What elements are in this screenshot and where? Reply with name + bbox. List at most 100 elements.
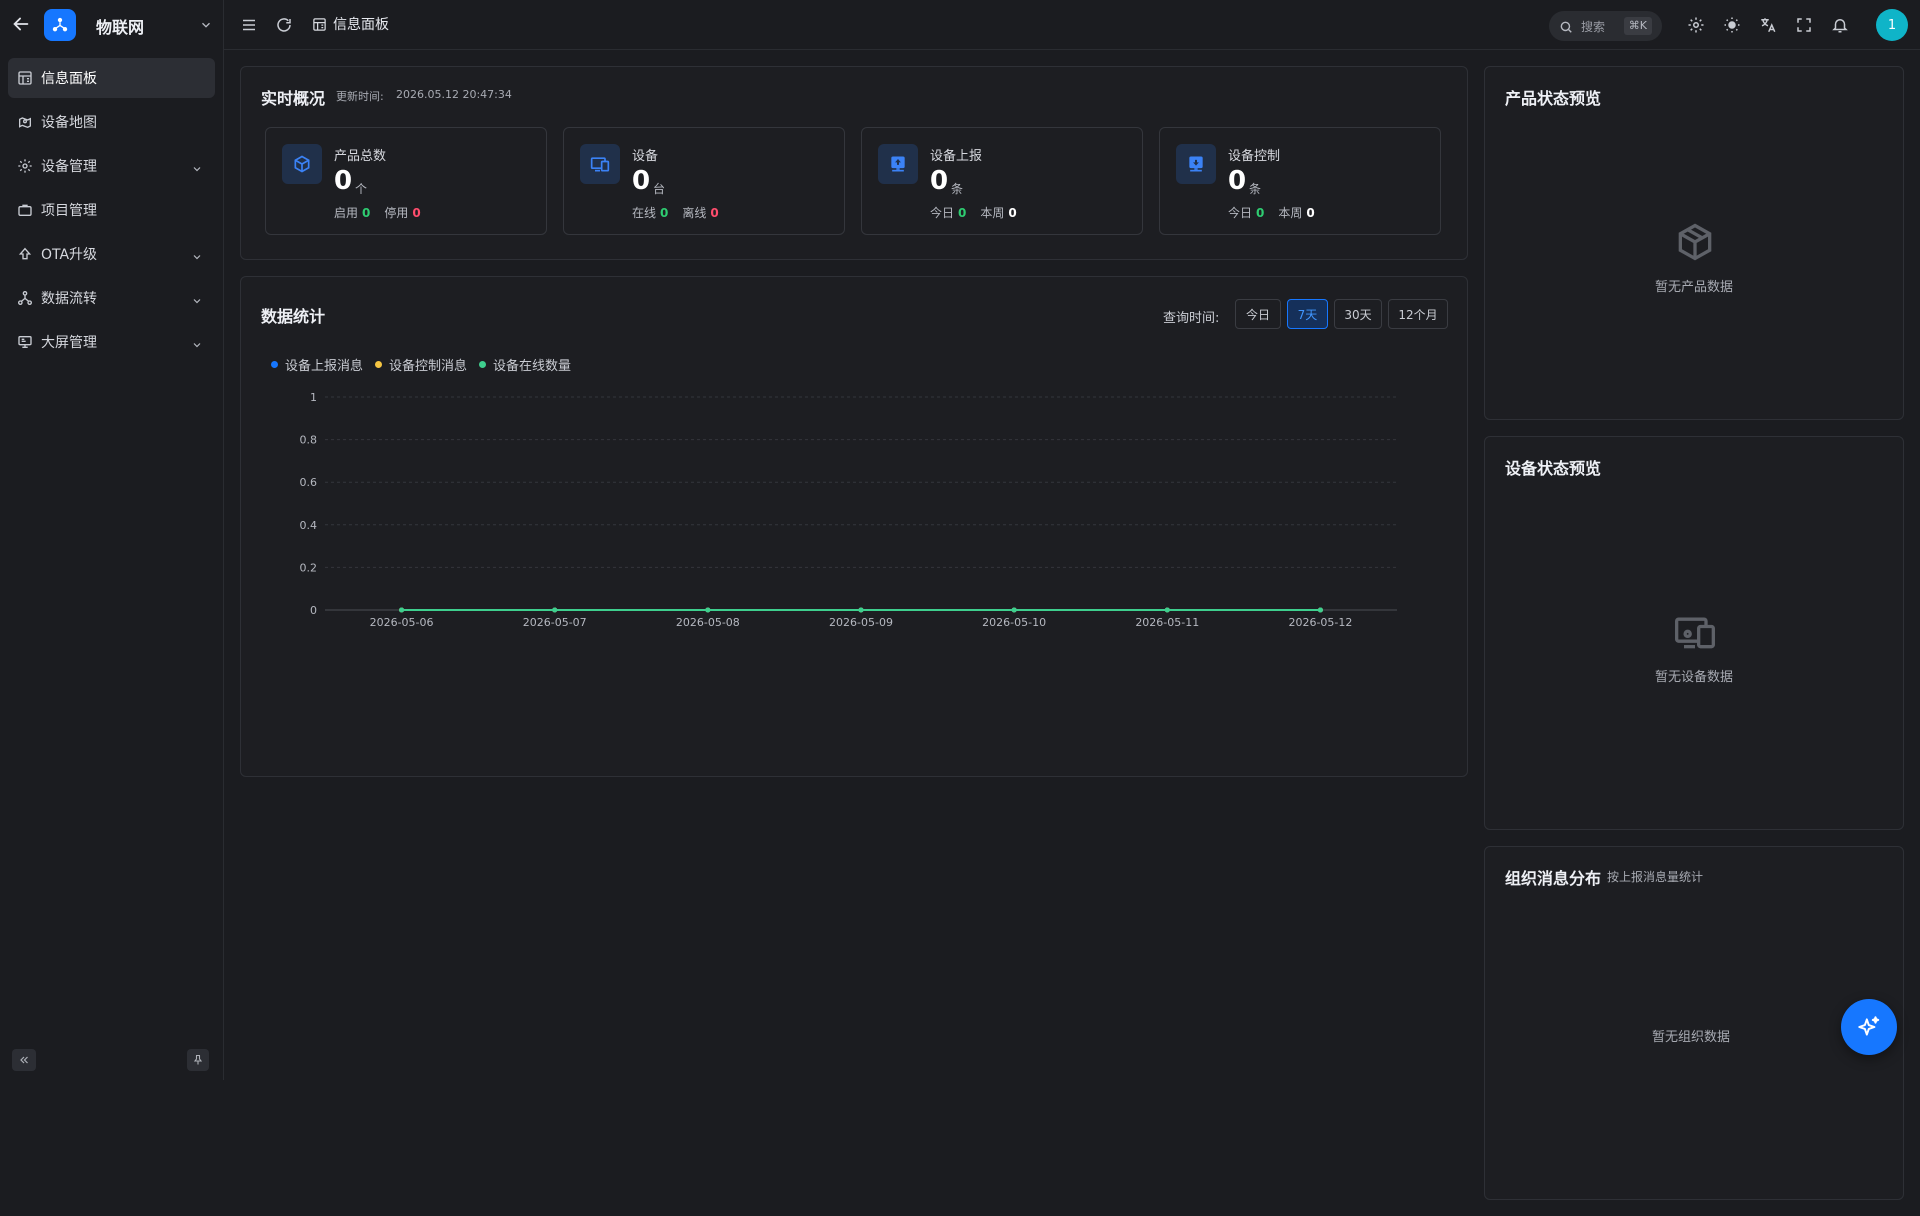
x-tick-label: 2026-05-09 bbox=[829, 616, 893, 629]
org-distribution-title: 组织消息分布 bbox=[1505, 869, 1602, 888]
sidebar-item-ota[interactable]: OTA升级 bbox=[8, 234, 215, 274]
fullscreen-icon[interactable] bbox=[1795, 16, 1813, 34]
control-icon bbox=[1176, 144, 1216, 184]
search-input[interactable]: 搜索 ⌘K bbox=[1549, 11, 1662, 41]
devices-icon bbox=[1673, 610, 1717, 654]
sidebar-item-label: 设备管理 bbox=[41, 159, 97, 175]
monitor-icon bbox=[17, 334, 33, 350]
upload-icon bbox=[17, 246, 33, 262]
sidebar-item-data-flow[interactable]: 数据流转 bbox=[8, 278, 215, 318]
stat-breakdown: 今日 0 本周 0 bbox=[930, 204, 1017, 221]
stat-sub-value: 0 bbox=[412, 206, 421, 220]
sidebar-item-label: 信息面板 bbox=[41, 71, 97, 87]
empty-device-text: 暂无设备数据 bbox=[1655, 670, 1734, 685]
y-tick-label: 0 bbox=[310, 604, 317, 617]
dashboard-icon bbox=[312, 17, 327, 32]
stat-sub-label: 启用 bbox=[334, 206, 359, 220]
stat-sub-label: 在线 bbox=[632, 206, 657, 220]
pin-sidebar-button[interactable] bbox=[187, 1049, 209, 1071]
avatar[interactable]: 1 bbox=[1876, 9, 1908, 41]
breadcrumb[interactable]: 信息面板 bbox=[312, 14, 389, 34]
x-tick-label: 2026-05-12 bbox=[1288, 616, 1352, 629]
cube-icon bbox=[282, 144, 322, 184]
refresh-icon[interactable] bbox=[275, 16, 293, 34]
stat-breakdown: 启用 0 停用 0 bbox=[334, 204, 421, 221]
sidebar-item-device-management[interactable]: 设备管理 bbox=[8, 146, 215, 186]
data-point bbox=[1011, 607, 1017, 613]
data-statistics-card: 数据统计 查询时间: 今日 7天 30天 12个月 设备上报消息 设备控制消息 … bbox=[240, 276, 1468, 777]
dashboard-icon bbox=[17, 70, 33, 86]
sparkle-icon bbox=[1858, 1016, 1880, 1036]
stat-sub-value: 0 bbox=[362, 206, 371, 220]
stat-value: 0 bbox=[632, 166, 651, 196]
box-icon bbox=[1673, 220, 1717, 264]
stat-sub-value: 0 bbox=[1306, 206, 1315, 220]
sidebar-item-dashboard[interactable]: 信息面板 bbox=[8, 58, 215, 98]
device-status-card: 设备状态预览 暂无设备数据 bbox=[1484, 436, 1904, 830]
sidebar-item-project-management[interactable]: 项目管理 bbox=[8, 190, 215, 230]
gear-icon bbox=[17, 158, 33, 174]
x-tick-label: 2026-05-10 bbox=[982, 616, 1046, 629]
device-status-title: 设备状态预览 bbox=[1505, 459, 1602, 478]
bell-icon[interactable] bbox=[1831, 16, 1849, 34]
stat-sub-label: 今日 bbox=[930, 206, 955, 220]
collapse-sidebar-button[interactable] bbox=[12, 1049, 36, 1071]
stat-unit: 个 bbox=[355, 182, 368, 196]
stat-name: 产品总数 bbox=[334, 149, 387, 164]
stat-sub-label: 本周 bbox=[1278, 206, 1303, 220]
sidebar-item-label: OTA升级 bbox=[41, 247, 98, 263]
stat-card-device-control[interactable]: 设备控制 0 条 今日 0 本周 0 bbox=[1159, 127, 1441, 235]
stat-name: 设备控制 bbox=[1228, 149, 1281, 164]
stat-sub-label: 停用 bbox=[384, 206, 409, 220]
sun-icon[interactable] bbox=[1723, 16, 1741, 34]
gear-icon[interactable] bbox=[1687, 16, 1705, 34]
translate-icon[interactable] bbox=[1759, 16, 1777, 34]
chevron-down-icon[interactable] bbox=[199, 17, 213, 31]
sidebar-menu: 信息面板 设备地图 设备管理 项目管理 OTA升级 数据流转 大屏管理 bbox=[8, 58, 215, 366]
y-tick-label: 0.8 bbox=[300, 434, 318, 447]
report-icon bbox=[878, 144, 918, 184]
y-tick-label: 0.2 bbox=[300, 561, 318, 574]
x-tick-label: 2026-05-07 bbox=[523, 616, 587, 629]
sidebar-item-label: 设备地图 bbox=[41, 115, 97, 131]
sidebar-header: 物联网 bbox=[0, 0, 224, 50]
ai-assistant-button[interactable] bbox=[1841, 999, 1897, 1055]
stat-value: 0 bbox=[930, 166, 949, 196]
stat-card-device-reports[interactable]: 设备上报 0 条 今日 0 本周 0 bbox=[861, 127, 1143, 235]
app-name[interactable]: 物联网 bbox=[96, 14, 144, 38]
line-chart: 0 0.2 0.4 0.6 0.8 1 2026-05-06 2026-05-07 2026-0… bbox=[300, 391, 1397, 629]
stat-name: 设备上报 bbox=[930, 149, 983, 164]
stat-unit: 台 bbox=[653, 182, 666, 196]
chevron-down-icon bbox=[191, 292, 203, 304]
stat-card-devices[interactable]: 设备 0 台 在线 0 离线 0 bbox=[563, 127, 845, 235]
search-shortcut: ⌘K bbox=[1623, 17, 1652, 35]
briefcase-icon bbox=[17, 202, 33, 218]
back-arrow-icon[interactable] bbox=[10, 13, 32, 35]
pin-icon bbox=[193, 1054, 203, 1065]
update-time-label: 更新时间: bbox=[336, 90, 384, 103]
sidebar-item-label: 数据流转 bbox=[41, 291, 97, 307]
breadcrumb-label: 信息面板 bbox=[333, 17, 389, 33]
sidebar-item-screen-management[interactable]: 大屏管理 bbox=[8, 322, 215, 362]
product-status-card: 产品状态预览 暂无产品数据 bbox=[1484, 66, 1904, 420]
empty-org-text: 暂无组织数据 bbox=[1652, 1030, 1731, 1045]
data-point bbox=[399, 607, 405, 613]
data-point bbox=[705, 607, 711, 613]
app-logo[interactable] bbox=[44, 9, 76, 41]
chevron-down-icon bbox=[191, 248, 203, 260]
stat-breakdown: 今日 0 本周 0 bbox=[1228, 204, 1315, 221]
chevron-down-icon bbox=[191, 336, 203, 348]
y-tick-label: 1 bbox=[310, 391, 317, 404]
x-tick-label: 2026-05-11 bbox=[1135, 616, 1199, 629]
devices-icon bbox=[580, 144, 620, 184]
org-distribution-subtitle: 按上报消息量统计 bbox=[1607, 870, 1704, 884]
y-tick-label: 0.6 bbox=[300, 476, 318, 489]
chevron-down-icon bbox=[191, 160, 203, 172]
menu-icon[interactable] bbox=[240, 16, 258, 34]
map-icon bbox=[17, 114, 33, 130]
sidebar-item-device-map[interactable]: 设备地图 bbox=[8, 102, 215, 142]
stat-sub-value: 0 bbox=[1256, 206, 1265, 220]
stat-card-products[interactable]: 产品总数 0 个 启用 0 停用 0 bbox=[265, 127, 547, 235]
x-tick-label: 2026-05-06 bbox=[370, 616, 434, 629]
stat-sub-label: 本周 bbox=[980, 206, 1005, 220]
